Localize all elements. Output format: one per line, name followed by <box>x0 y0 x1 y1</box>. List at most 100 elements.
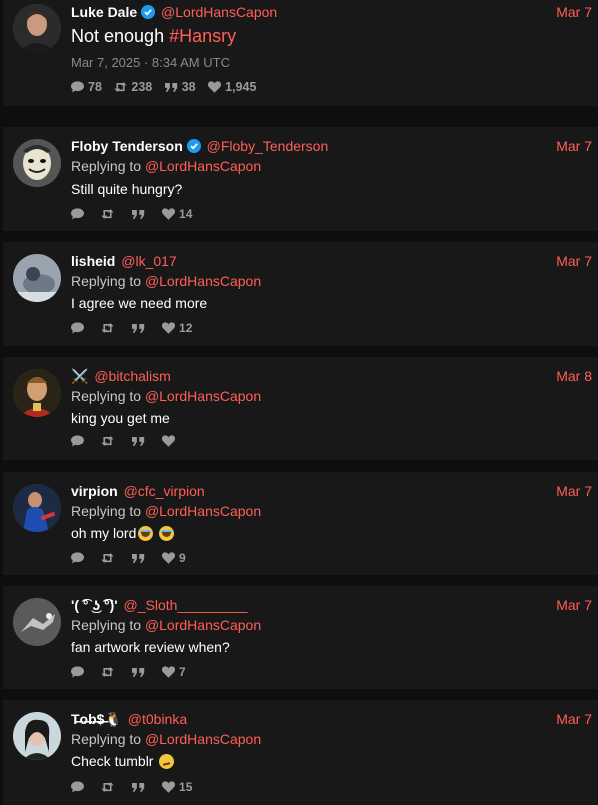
heart-icon <box>162 781 176 793</box>
tweet-date[interactable]: Mar 8 <box>556 367 592 385</box>
retweet-button[interactable] <box>101 781 118 793</box>
crying-face-icon <box>159 526 175 541</box>
comment-count[interactable]: 78 <box>71 80 102 94</box>
avatar[interactable] <box>13 4 61 52</box>
replying-to-label: Replying to <box>71 731 145 747</box>
replying-to-handle[interactable]: @LordHansCapon <box>145 503 261 519</box>
replying-to-label: Replying to <box>71 388 145 404</box>
quote-count[interactable]: 38 <box>164 80 196 94</box>
tweet-date[interactable]: Mar 7 <box>556 137 592 155</box>
avatar[interactable] <box>13 254 61 302</box>
handle[interactable]: @t0binka <box>128 711 187 727</box>
reply-tweet[interactable]: Floby Tenderson @Floby_Tenderson Mar 7 R… <box>3 127 598 231</box>
tweet-text-content: Not enough <box>71 26 170 46</box>
reply-tweet[interactable]: '( ͡° ͜ʖ ͡°)' @_Sloth_________ Mar 7 Rep… <box>3 586 598 689</box>
like-count[interactable]: 12 <box>162 320 192 336</box>
quote-button[interactable] <box>131 781 149 793</box>
verified-badge-icon <box>186 139 201 153</box>
replying-to-handle[interactable]: @LordHansCapon <box>145 731 261 747</box>
display-name[interactable]: ⚔️ <box>71 368 88 384</box>
main-tweet[interactable]: Luke Dale @LordHansCapon Mar 7 Not enoug… <box>3 0 598 106</box>
replying-to: Replying to @LordHansCapon <box>71 502 592 520</box>
retweet-button[interactable] <box>101 322 118 334</box>
display-name[interactable]: T̶o̶b̶$̶🐧 <box>71 711 122 727</box>
avatar-image <box>13 369 61 417</box>
display-name[interactable]: Floby Tenderson <box>71 138 183 154</box>
like-count-value: 7 <box>179 665 186 679</box>
like-button[interactable] <box>162 435 179 447</box>
retweet-icon <box>101 667 114 677</box>
reply-tweet[interactable]: lisheid @lk_017 Mar 7 Replying to @LordH… <box>3 242 598 346</box>
display-name[interactable]: lisheid <box>71 253 115 269</box>
handle[interactable]: @lk_017 <box>121 253 176 269</box>
avatar[interactable] <box>13 598 61 646</box>
handle[interactable]: @_Sloth_________ <box>124 597 248 613</box>
display-name[interactable]: virpion <box>71 483 118 499</box>
tweet-date[interactable]: Mar 7 <box>556 252 592 270</box>
display-name[interactable]: '( ͡° ͜ʖ ͡°)' <box>71 597 118 613</box>
comment-button[interactable] <box>71 435 88 447</box>
like-count[interactable]: 1,945 <box>208 80 256 94</box>
heart-icon <box>208 81 222 93</box>
comment-button[interactable] <box>71 208 88 220</box>
comment-icon <box>71 552 84 564</box>
avatar[interactable] <box>13 369 61 417</box>
replying-to-handle[interactable]: @LordHansCapon <box>145 388 261 404</box>
quote-count-value: 38 <box>181 80 196 94</box>
retweet-count[interactable]: 238 <box>114 80 152 94</box>
like-count-value: 15 <box>179 780 193 794</box>
retweet-button[interactable] <box>101 552 118 564</box>
retweet-icon <box>101 436 114 446</box>
retweet-button[interactable] <box>101 435 118 447</box>
tweet-date[interactable]: Mar 7 <box>556 482 592 500</box>
reply-tweet[interactable]: T̶o̶b̶$̶🐧 @t0binka Mar 7 Replying to @Lo… <box>3 700 598 805</box>
comment-icon <box>71 435 84 447</box>
handle[interactable]: @LordHansCapon <box>161 4 277 20</box>
like-count[interactable]: 7 <box>162 664 186 680</box>
heart-icon <box>162 435 176 447</box>
quote-button[interactable] <box>131 208 149 220</box>
replying-to-handle[interactable]: @LordHansCapon <box>145 273 261 289</box>
like-count[interactable]: 15 <box>162 779 192 795</box>
like-count-value: 1,945 <box>225 80 257 94</box>
heart-icon <box>162 552 176 564</box>
quote-button[interactable] <box>131 552 149 564</box>
reply-tweet[interactable]: ⚔️ @bitchalism Mar 8 Replying to @LordHa… <box>3 357 598 460</box>
replying-to-handle[interactable]: @LordHansCapon <box>145 158 261 174</box>
display-name[interactable]: Luke Dale <box>71 4 137 20</box>
retweet-button[interactable] <box>101 208 118 220</box>
comment-button[interactable] <box>71 666 88 678</box>
replying-to: Replying to @LordHansCapon <box>71 272 592 290</box>
like-count[interactable]: 9 <box>162 550 186 566</box>
quote-icon <box>131 323 144 333</box>
tweet-date[interactable]: Mar 7 <box>556 596 592 614</box>
replying-to: Replying to @LordHansCapon <box>71 157 592 175</box>
retweet-button[interactable] <box>101 666 118 678</box>
avatar[interactable] <box>13 484 61 532</box>
tweet-date[interactable]: Mar 7 <box>556 3 592 21</box>
comment-button[interactable] <box>71 781 88 793</box>
reply-tweet[interactable]: virpion @cfc_virpion Mar 7 Replying to @… <box>3 472 598 575</box>
comment-button[interactable] <box>71 552 88 564</box>
avatar[interactable] <box>13 712 61 760</box>
quote-icon <box>164 82 177 92</box>
handle[interactable]: @Floby_Tenderson <box>207 138 329 154</box>
retweet-icon <box>101 323 114 333</box>
avatar[interactable] <box>13 139 61 187</box>
replying-to: Replying to @LordHansCapon <box>71 616 592 634</box>
avatar-image <box>13 4 61 52</box>
tweet-text-content: oh my lord <box>71 525 137 541</box>
tweet-date[interactable]: Mar 7 <box>556 710 592 728</box>
comment-button[interactable] <box>71 322 88 334</box>
quote-button[interactable] <box>131 666 149 678</box>
like-count-value: 9 <box>179 551 186 565</box>
replying-to-label: Replying to <box>71 503 145 519</box>
heart-icon <box>162 322 176 334</box>
quote-button[interactable] <box>131 322 149 334</box>
like-count[interactable]: 14 <box>162 206 192 222</box>
replying-to-handle[interactable]: @LordHansCapon <box>145 617 261 633</box>
quote-button[interactable] <box>131 435 149 447</box>
hashtag-link[interactable]: #Hansry <box>169 26 236 46</box>
handle[interactable]: @bitchalism <box>94 368 170 384</box>
handle[interactable]: @cfc_virpion <box>124 483 205 499</box>
